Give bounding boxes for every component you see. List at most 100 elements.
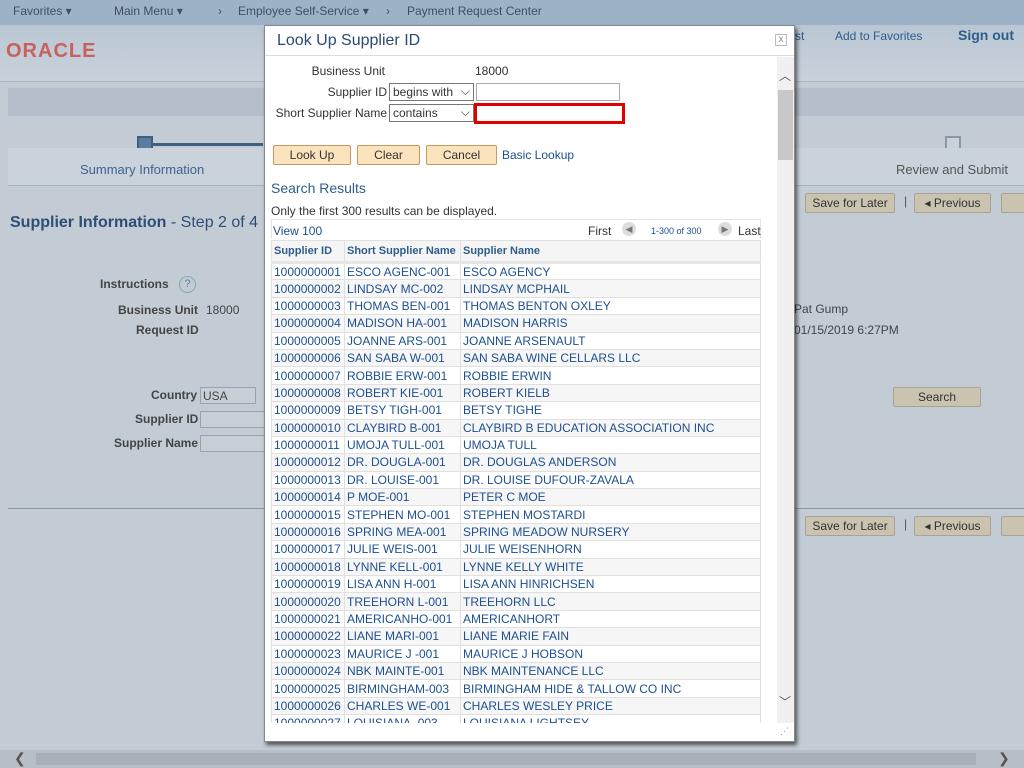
table-row[interactable]: 1000000018 LYNNE KELL-001 LYNNE KELLY WHIT… [271, 557, 761, 577]
resize-handle-icon[interactable]: ⋰ [780, 726, 789, 737]
supplier-name-cell[interactable]: BETSY TIGHE [460, 401, 761, 420]
supplier-name-cell[interactable]: JULIE WEISENHORN [460, 540, 761, 559]
table-row[interactable]: 1000000020 TREEHORN L-001 TREEHORN LLC [271, 592, 761, 611]
basic-lookup-link[interactable]: Basic Lookup [502, 148, 574, 162]
table-row[interactable]: 1000000006 SAN SABA W-001 SAN SABA WINE CE… [271, 348, 761, 368]
table-row[interactable]: 1000000026 CHARLES WE-001 CHARLES WESLEY P… [271, 696, 761, 716]
supplier-id-operator-select[interactable]: begins with ⌵ [389, 83, 474, 101]
short-name-cell[interactable]: LIANE MARI-001 [344, 627, 461, 646]
table-row[interactable]: 1000000025 BIRMINGHAM-003 BIRMINGHAM HIDE … [271, 679, 761, 698]
supplier-id-cell[interactable]: 1000000004 [271, 314, 345, 333]
supplier-name-cell[interactable]: LOUISIANA LIGHTSEY [460, 714, 761, 723]
scroll-left-icon[interactable]: ❮ [14, 750, 26, 767]
supplier-name-cell[interactable]: DR. LOUISE DUFOUR-ZAVALA [460, 470, 761, 490]
header-link[interactable]: st [795, 29, 804, 43]
table-row[interactable]: 1000000015 STEPHEN MO-001 STEPHEN MOSTARDI [271, 505, 761, 524]
table-row[interactable]: 1000000016 SPRING MEA-001 SPRING MEADOW NU… [271, 522, 761, 542]
short-name-cell[interactable]: JULIE WEIS-001 [344, 540, 461, 559]
table-row[interactable]: 1000000021 AMERICANHO-001 AMERICANHORT [271, 609, 761, 629]
short-name-cell[interactable]: UMOJA TULL-001 [344, 435, 461, 455]
supplier-id-cell[interactable]: 1000000006 [271, 348, 345, 368]
table-row[interactable]: 1000000022 LIANE MARI-001 LIANE MARIE FAIN [271, 627, 761, 646]
next-page-icon[interactable]: ▶ [718, 222, 732, 236]
supplier-id-cell[interactable]: 1000000022 [271, 627, 345, 646]
table-row[interactable]: 1000000024 NBK MAINTE-001 NBK MAINTENANCE … [271, 661, 761, 681]
supplier-name-input[interactable] [200, 435, 270, 452]
supplier-id-cell[interactable]: 1000000008 [271, 383, 345, 403]
column-short-supplier-name[interactable]: Short Supplier Name [344, 240, 461, 264]
supplier-id-cell[interactable]: 1000000014 [271, 488, 345, 507]
next-button[interactable] [1001, 193, 1024, 213]
short-name-cell[interactable]: ROBBIE ERW-001 [344, 366, 461, 385]
save-for-later-button-bottom[interactable]: Save for Later [805, 516, 895, 536]
supplier-id-cell[interactable]: 1000000018 [271, 557, 345, 577]
scroll-up-icon[interactable]: ︿ [779, 67, 791, 84]
table-row[interactable]: 1000000010 CLAYBIRD B-001 CLAYBIRD B EDUCA… [271, 418, 761, 437]
short-name-cell[interactable]: CLAYBIRD B-001 [344, 418, 461, 437]
supplier-id-cell[interactable]: 1000000016 [271, 522, 345, 542]
table-row[interactable]: 1000000019 LISA ANN H-001 LISA ANN HINRICH… [271, 575, 761, 594]
supplier-name-cell[interactable]: JOANNE ARSENAULT [460, 331, 761, 350]
supplier-name-cell[interactable]: LISA ANN HINRICHSEN [460, 575, 761, 594]
supplier-name-cell[interactable]: UMOJA TULL [460, 435, 761, 455]
supplier-id-cell[interactable]: 1000000005 [271, 331, 345, 350]
step-summary-information[interactable]: Summary Information [80, 162, 204, 177]
scroll-thumb[interactable] [778, 90, 793, 160]
scroll-down-icon[interactable]: ﹀ [779, 693, 791, 710]
save-for-later-button[interactable]: Save for Later [805, 193, 895, 213]
supplier-name-cell[interactable]: CLAYBIRD B EDUCATION ASSOCIATION INC [460, 418, 761, 437]
look-up-button[interactable]: Look Up [273, 145, 351, 165]
short-name-cell[interactable]: ROBERT KIE-001 [344, 383, 461, 403]
short-name-cell[interactable]: CHARLES WE-001 [344, 696, 461, 716]
supplier-name-cell[interactable]: DR. DOUGLAS ANDERSON [460, 453, 761, 472]
supplier-id-cell[interactable]: 1000000011 [271, 435, 345, 455]
short-name-cell[interactable]: LOUISIANA -003 [344, 714, 461, 723]
supplier-name-cell[interactable]: LIANE MARIE FAIN [460, 627, 761, 646]
supplier-name-cell[interactable]: SAN SABA WINE CELLARS LLC [460, 348, 761, 368]
short-name-cell[interactable]: ESCO AGENC-001 [344, 261, 461, 281]
supplier-name-cell[interactable]: NBK MAINTENANCE LLC [460, 661, 761, 681]
supplier-name-cell[interactable]: ROBBIE ERWIN [460, 366, 761, 385]
supplier-id-cell[interactable]: 1000000024 [271, 661, 345, 681]
supplier-name-cell[interactable]: ESCO AGENCY [460, 261, 761, 281]
short-name-cell[interactable]: SPRING MEA-001 [344, 522, 461, 542]
supplier-name-cell[interactable]: SPRING MEADOW NURSERY [460, 522, 761, 542]
short-name-cell[interactable]: P MOE-001 [344, 488, 461, 507]
supplier-name-cell[interactable]: STEPHEN MOSTARDI [460, 505, 761, 524]
column-supplier-name[interactable]: Supplier Name [460, 240, 761, 264]
short-name-cell[interactable]: DR. DOUGLA-001 [344, 453, 461, 472]
main-menu[interactable]: Main Menu ▾ [114, 4, 183, 18]
vertical-scrollbar[interactable]: ︿ ﹀ [777, 57, 794, 723]
table-row[interactable]: 1000000002 LINDSAY MC-002 LINDSAY MCPHAIL [271, 279, 761, 298]
table-row[interactable]: 1000000014 P MOE-001 PETER C MOE [271, 488, 761, 507]
short-name-operator-select[interactable]: contains ⌵ [389, 104, 474, 122]
supplier-name-cell[interactable]: MADISON HARRIS [460, 314, 761, 333]
supplier-name-cell[interactable]: TREEHORN LLC [460, 592, 761, 611]
add-to-favorites-link[interactable]: Add to Favorites [835, 29, 922, 43]
short-name-cell[interactable]: DR. LOUISE-001 [344, 470, 461, 490]
short-name-cell[interactable]: JOANNE ARS-001 [344, 331, 461, 350]
short-name-cell[interactable]: THOMAS BEN-001 [344, 296, 461, 316]
supplier-id-cell[interactable]: 1000000010 [271, 418, 345, 437]
supplier-name-cell[interactable]: BIRMINGHAM HIDE & TALLOW CO INC [460, 679, 761, 698]
table-row[interactable]: 1000000011 UMOJA TULL-001 UMOJA TULL [271, 435, 761, 455]
previous-button-bottom[interactable]: ◂ Previous [914, 516, 991, 536]
short-supplier-name-input[interactable] [474, 103, 625, 124]
supplier-id-cell[interactable]: 1000000015 [271, 505, 345, 524]
help-icon[interactable]: ? [179, 276, 196, 293]
short-name-cell[interactable]: BETSY TIGH-001 [344, 401, 461, 420]
short-name-cell[interactable]: MAURICE J -001 [344, 644, 461, 663]
short-name-cell[interactable]: LYNNE KELL-001 [344, 557, 461, 577]
sign-out-link[interactable]: Sign out [958, 27, 1014, 43]
search-button[interactable]: Search [893, 387, 981, 407]
table-row[interactable]: 1000000027LOUISIANA -003LOUISIANA LIGHTS… [271, 714, 761, 723]
short-name-cell[interactable]: AMERICANHO-001 [344, 609, 461, 629]
supplier-id-input[interactable] [200, 411, 270, 428]
supplier-id-cell[interactable]: 1000000019 [271, 575, 345, 594]
previous-button[interactable]: ◂ Previous [914, 193, 991, 213]
short-name-cell[interactable]: BIRMINGHAM-003 [344, 679, 461, 698]
supplier-name-cell[interactable]: ROBERT KIELB [460, 383, 761, 403]
supplier-id-input[interactable] [476, 83, 620, 101]
supplier-id-cell[interactable]: 1000000001 [271, 261, 345, 281]
supplier-id-cell[interactable]: 1000000013 [271, 470, 345, 490]
